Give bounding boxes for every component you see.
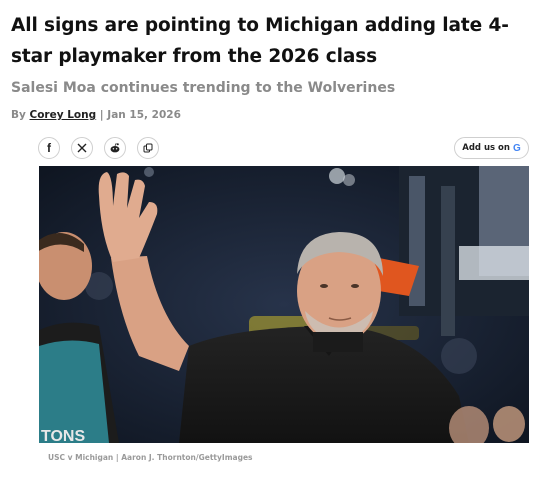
add-us-label: Add us on [462, 143, 510, 153]
reddit-icon [110, 143, 120, 153]
add-us-on-google-button[interactable]: Add us on G [454, 137, 529, 159]
jersey-text: TONS [41, 428, 85, 443]
copy-link-icon [143, 143, 153, 153]
google-logo-icon: G [512, 142, 521, 154]
share-facebook-button[interactable]: f [38, 137, 60, 159]
author-link[interactable]: Corey Long [30, 109, 97, 121]
share-x-button[interactable] [71, 137, 93, 159]
x-icon [77, 143, 87, 153]
byline-separator: | [99, 109, 104, 121]
share-reddit-button[interactable] [104, 137, 126, 159]
hero-photo-illustration: TONS [39, 166, 529, 443]
facebook-icon: f [47, 141, 51, 155]
publish-date: Jan 15, 2026 [107, 109, 181, 121]
byline-prefix: By [11, 109, 26, 121]
share-bar: f [38, 137, 159, 159]
byline: By Corey Long | Jan 15, 2026 [11, 109, 181, 121]
article-headline: All signs are pointing to Michigan addin… [11, 15, 509, 67]
hero-image: TONS [39, 166, 529, 443]
image-caption: USC v Michigan | Aaron J. Thornton/Getty… [48, 453, 253, 462]
copy-link-button[interactable] [137, 137, 159, 159]
article-subheadline: Salesi Moa continues trending to the Wol… [11, 80, 396, 96]
